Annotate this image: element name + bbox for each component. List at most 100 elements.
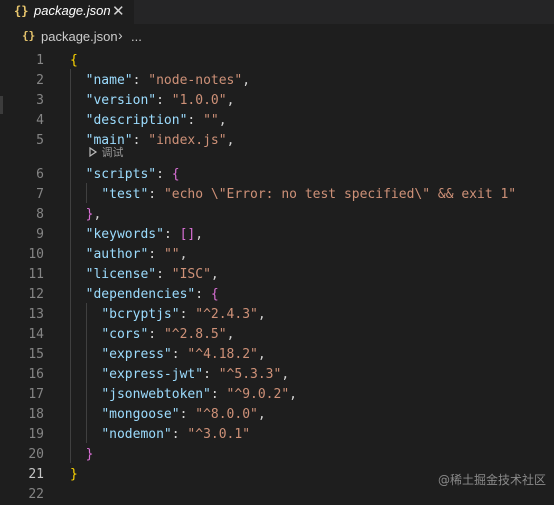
line-number: 22 [28, 487, 44, 502]
line-number: 16 [28, 367, 44, 382]
code-text: "cors": "^2.8.5", [101, 325, 234, 345]
json-punctuation: , [218, 113, 227, 128]
json-key: "scripts" [85, 167, 157, 182]
line-number: 13 [28, 307, 44, 322]
json-punctuation: , [179, 247, 188, 262]
code-line: 13 "bcryptjs": "^2.4.3", [0, 305, 554, 325]
breadcrumb: {} package.json › ... [0, 24, 554, 49]
json-punctuation: , [226, 133, 235, 148]
json-punctuation: , [281, 367, 290, 382]
line-number: 4 [36, 113, 44, 128]
line-number: 6 [36, 167, 44, 182]
json-string: "node-notes" [148, 73, 243, 88]
codelens-label: 调试 [98, 146, 124, 159]
json-key: "express" [101, 347, 172, 362]
line-number: 15 [28, 347, 44, 362]
close-tab-icon[interactable]: ✕ [112, 2, 125, 20]
line-number: 8 [36, 207, 44, 222]
code-line: 1{ [0, 51, 554, 71]
json-punctuation: , [257, 307, 266, 322]
code-editor[interactable]: 1{2 "name": "node-notes", 3 "version": "1.0… [0, 49, 554, 502]
code-line: 6 "scripts": { [0, 165, 554, 185]
json-punctuation: : [132, 133, 149, 148]
tab-package-json[interactable]: {} package.json ✕ [0, 0, 134, 24]
json-punctuation: : [156, 93, 172, 108]
chevron-right-icon: › [118, 27, 123, 43]
breadcrumb-file[interactable]: package.json [41, 29, 118, 44]
code-text: "jsonwebtoken": "^9.0.2", [101, 385, 297, 405]
breadcrumb-symbols[interactable]: ... [131, 29, 142, 44]
json-punctuation: , [257, 407, 266, 422]
line-number: 2 [36, 73, 44, 88]
json-punctuation: { [210, 287, 219, 302]
json-punctuation: : [156, 167, 172, 182]
json-punctuation: : [203, 367, 219, 382]
json-key: "jsonwebtoken" [101, 387, 211, 402]
json-string: "^2.4.3" [195, 307, 258, 322]
editor-tab-bar: {} package.json ✕ [0, 0, 554, 24]
json-punctuation: : [148, 187, 164, 202]
json-punctuation: , [289, 387, 297, 402]
json-string: "^5.3.3" [218, 367, 282, 382]
line-number: 18 [28, 407, 44, 422]
json-key: "nodemon" [101, 427, 172, 442]
json-key: "mongoose" [101, 407, 180, 422]
code-line: 11 "license": "ISC", [0, 265, 554, 285]
json-punctuation: : [210, 387, 227, 402]
code-text: "author": "", [86, 245, 188, 265]
json-punctuation: , [257, 347, 266, 362]
code-text: "dependencies": { [86, 285, 219, 305]
json-punctuation: : [179, 307, 196, 322]
json-file-icon: {} [14, 4, 29, 18]
play-icon [88, 146, 98, 159]
json-file-icon: {} [22, 29, 36, 42]
code-text: } [86, 445, 94, 465]
code-text: "express": "^4.18.2", [101, 345, 265, 365]
line-number: 9 [36, 227, 44, 242]
json-string: "" [203, 113, 219, 128]
code-line: 18 "mongoose": "^8.0.0", [0, 405, 554, 425]
line-number: 12 [28, 287, 44, 302]
line-number: 14 [28, 327, 44, 342]
code-text: }, [86, 205, 102, 225]
code-text: "name": "node-notes", [86, 71, 250, 91]
json-punctuation: : [171, 427, 188, 442]
json-key: "version" [85, 93, 157, 108]
json-string: "" [163, 247, 180, 262]
line-number: 1 [36, 53, 44, 68]
code-line: 9 "keywords": [], [0, 225, 554, 245]
json-punctuation: , [93, 207, 102, 222]
tab-label: package.json [34, 3, 111, 18]
code-line: 8}, [0, 205, 554, 225]
json-punctuation: , [210, 267, 219, 282]
code-line: 22 [0, 485, 554, 505]
line-number: 3 [36, 93, 44, 108]
line-number: 11 [28, 267, 44, 282]
line-number: 10 [28, 247, 44, 262]
code-text: { [70, 51, 78, 71]
json-punctuation: } [70, 467, 78, 482]
code-line: 17 "jsonwebtoken": "^9.0.2", [0, 385, 554, 405]
code-line: 2 "name": "node-notes", [0, 71, 554, 91]
debug-codelens[interactable]: 调试 [88, 145, 124, 161]
json-key: "express-jwt" [101, 367, 204, 382]
code-line: 10 "author": "", [0, 245, 554, 265]
json-punctuation: } [85, 447, 94, 462]
json-string: "1.0.0" [171, 93, 227, 108]
json-punctuation: : [148, 247, 164, 262]
code-text: "test": "echo \"Error: no test specified… [101, 185, 516, 205]
code-line: 19 "nodemon": "^3.0.1" [0, 425, 554, 445]
json-key: "license" [85, 267, 157, 282]
code-text: "express-jwt": "^5.3.3", [101, 365, 289, 385]
code-text: "version": "1.0.0", [86, 91, 235, 111]
json-punctuation: : [156, 267, 172, 282]
watermark: @稀土掘金技术社区 [437, 473, 546, 487]
code-line: 20} [0, 445, 554, 465]
line-number: 7 [36, 187, 44, 202]
code-text: "scripts": { [86, 165, 180, 185]
json-string: "^9.0.2" [226, 387, 290, 402]
json-punctuation: : [179, 407, 196, 422]
line-number: 19 [28, 427, 44, 442]
json-string: "^3.0.1" [187, 427, 251, 442]
json-punctuation: [] [179, 227, 196, 242]
